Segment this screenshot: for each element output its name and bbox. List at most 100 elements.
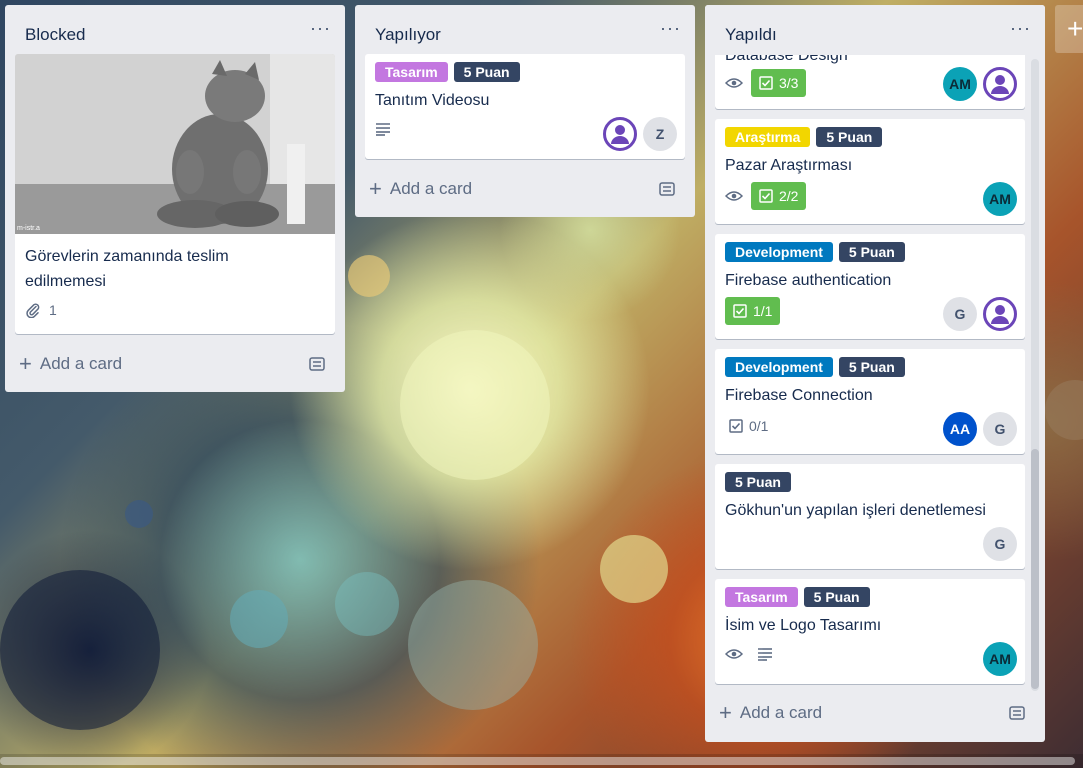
avatar-default[interactable] bbox=[983, 67, 1017, 101]
card-title: Firebase Connection bbox=[725, 387, 873, 404]
avatar[interactable]: G bbox=[983, 527, 1017, 561]
paperclip-icon bbox=[25, 302, 41, 318]
card-badges: 3/3 bbox=[725, 69, 807, 97]
list-header: Yapıldı ··· bbox=[705, 5, 1045, 55]
card-title: Pazar Araştırması bbox=[725, 157, 853, 174]
checklist-badge: 3/3 bbox=[751, 69, 807, 97]
list-title[interactable]: Yapılıyor bbox=[375, 25, 441, 45]
label-tasarim: Tasarım bbox=[725, 587, 798, 607]
card-template-icon[interactable] bbox=[309, 357, 325, 376]
cat-photo bbox=[15, 54, 335, 234]
label-development: Development bbox=[725, 357, 833, 377]
scrollbar-thumb[interactable] bbox=[0, 757, 1075, 765]
label-arastirma: Araştırma bbox=[725, 127, 811, 147]
avatar[interactable]: AM bbox=[983, 642, 1017, 676]
checklist-count: 1/1 bbox=[753, 303, 773, 319]
list-menu-button[interactable]: ··· bbox=[310, 18, 331, 39]
card[interactable]: Tasarım 5 Puan Tanıtım Videosu Z bbox=[365, 54, 685, 159]
card-badges bbox=[375, 122, 391, 136]
checkbox-icon bbox=[729, 419, 743, 433]
card[interactable]: Development 5 Puan Firebase Connection 0… bbox=[715, 349, 1025, 454]
avatar[interactable]: AA bbox=[943, 412, 977, 446]
card[interactable]: Tasarım 5 Puan İsim ve Logo Tasarımı AM bbox=[715, 579, 1025, 684]
checklist-count: 2/2 bbox=[779, 188, 799, 204]
card-members: G bbox=[983, 527, 1017, 561]
image-watermark: m-istr.a bbox=[17, 225, 40, 232]
background-bubble bbox=[348, 255, 390, 297]
avatar[interactable]: Z bbox=[643, 117, 677, 151]
background-bubble bbox=[408, 580, 538, 710]
card[interactable]: Araştırma 5 Puan Pazar Araştırması 2/2 A… bbox=[715, 119, 1025, 224]
card-template-icon[interactable] bbox=[1009, 706, 1025, 725]
list-yapiliyor: Yapılıyor ··· Tasarım 5 Puan Tanıtım Vid… bbox=[355, 5, 695, 217]
add-card-button[interactable]: + Add a card bbox=[19, 351, 123, 376]
card-members: AM bbox=[943, 67, 1017, 101]
plus-icon: + bbox=[369, 176, 382, 201]
avatar-default[interactable] bbox=[983, 297, 1017, 331]
card-badges: 1/1 bbox=[725, 297, 781, 325]
scrollbar-thumb[interactable] bbox=[1031, 449, 1039, 689]
card-title: İsim ve Logo Tasarımı bbox=[725, 617, 882, 634]
card-labels: 5 Puan bbox=[725, 472, 791, 492]
checkbox-icon bbox=[733, 304, 747, 318]
list-title[interactable]: Yapıldı bbox=[725, 25, 777, 45]
add-list-button[interactable]: + bbox=[1055, 5, 1083, 53]
background-bubble bbox=[0, 570, 160, 730]
attachment-count: 1 bbox=[49, 302, 57, 318]
card-members: AM bbox=[983, 182, 1017, 216]
user-icon bbox=[991, 305, 1009, 324]
card-labels: Development 5 Puan bbox=[725, 242, 905, 262]
card-labels: Development 5 Puan bbox=[725, 357, 905, 377]
background-bubble bbox=[400, 330, 550, 480]
add-card-button[interactable]: + Add a card bbox=[719, 700, 823, 725]
label-puan: 5 Puan bbox=[453, 62, 520, 82]
card-members: AM bbox=[983, 642, 1017, 676]
checkbox-icon bbox=[759, 189, 773, 203]
eye-icon bbox=[725, 190, 743, 202]
eye-icon bbox=[725, 648, 743, 660]
list-yapildi: Yapıldı ··· Database Design 3/3 AM Araşt… bbox=[705, 5, 1045, 742]
label-puan: 5 Puan bbox=[725, 472, 791, 492]
user-icon bbox=[991, 75, 1009, 94]
avatar[interactable]: AM bbox=[983, 182, 1017, 216]
list-menu-button[interactable]: ··· bbox=[1010, 18, 1031, 39]
avatar[interactable]: AM bbox=[943, 67, 977, 101]
checklist-badge: 1/1 bbox=[725, 297, 781, 325]
label-puan: 5 Puan bbox=[838, 242, 905, 262]
background-bubble bbox=[230, 590, 288, 648]
card-cover-image: m-istr.a bbox=[15, 54, 335, 234]
card[interactable]: 5 Puan Gökhun'un yapılan işleri denetlem… bbox=[715, 464, 1025, 569]
description-icon bbox=[375, 122, 391, 136]
label-puan: 5 Puan bbox=[816, 127, 883, 147]
label-puan: 5 Puan bbox=[838, 357, 905, 377]
card-members: G bbox=[943, 297, 1017, 331]
card[interactable]: m-istr.a Görevlerin zamanında teslim edi… bbox=[15, 54, 335, 334]
add-card-label: Add a card bbox=[39, 354, 123, 373]
plus-icon: + bbox=[719, 700, 732, 725]
avatar[interactable]: G bbox=[943, 297, 977, 331]
card-labels: Tasarım 5 Puan bbox=[375, 62, 520, 82]
list-scrollbar[interactable] bbox=[1031, 59, 1039, 691]
avatar-default[interactable] bbox=[603, 117, 637, 151]
list-blocked: Blocked ··· m-istr.a Görevlerin zamanınd… bbox=[5, 5, 345, 392]
card[interactable]: Development 5 Puan Firebase authenticati… bbox=[715, 234, 1025, 339]
card-badges bbox=[725, 647, 773, 661]
board-horizontal-scrollbar[interactable] bbox=[0, 754, 1083, 768]
card-template-icon[interactable] bbox=[659, 182, 675, 201]
user-icon bbox=[611, 125, 629, 144]
list-title[interactable]: Blocked bbox=[25, 25, 85, 45]
checklist-count: 0/1 bbox=[749, 418, 769, 434]
add-card-label: Add a card bbox=[389, 179, 473, 198]
plus-icon: + bbox=[19, 351, 32, 376]
background-bubble bbox=[1045, 380, 1083, 440]
background-bubble bbox=[125, 500, 153, 528]
add-card-label: Add a card bbox=[739, 703, 823, 722]
checkbox-icon bbox=[759, 76, 773, 90]
card-badges: 1 bbox=[25, 302, 57, 318]
list-menu-button[interactable]: ··· bbox=[660, 18, 681, 39]
add-card-button[interactable]: + Add a card bbox=[369, 176, 473, 201]
checklist-badge: 0/1 bbox=[725, 412, 772, 440]
label-tasarim: Tasarım bbox=[375, 62, 448, 82]
avatar[interactable]: G bbox=[983, 412, 1017, 446]
label-development: Development bbox=[725, 242, 833, 262]
